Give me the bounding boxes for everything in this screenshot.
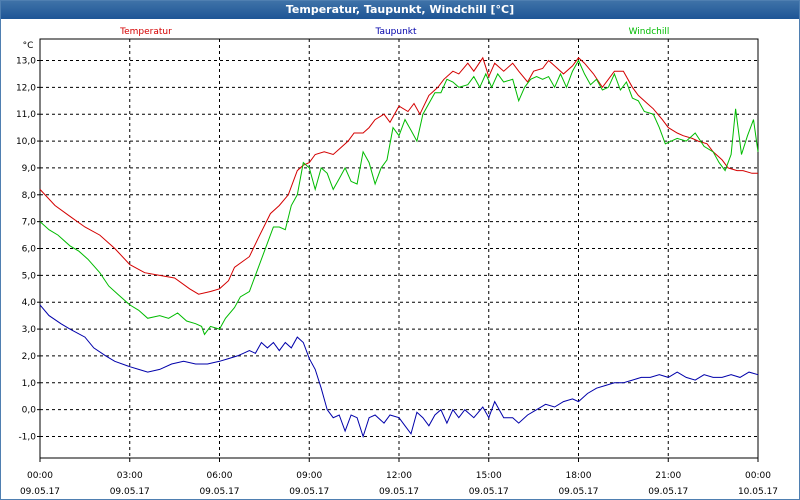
y-tick-label: 3,0: [22, 325, 37, 335]
y-tick-label: 6,0: [22, 245, 37, 255]
y-tick-label: 5,0: [22, 271, 37, 281]
y-tick-label: 4,0: [22, 298, 37, 308]
y-axis-unit: °C: [23, 41, 34, 51]
x-tick-label-date: 10.05.17: [738, 487, 778, 497]
x-tick-label-date: 09.05.17: [558, 487, 598, 497]
x-tick-label-time: 21:00: [655, 471, 681, 481]
legend-taupunkt: Taupunkt: [374, 27, 417, 37]
y-tick-label: 0,0: [22, 406, 37, 416]
x-tick-label-date: 09.05.17: [289, 487, 329, 497]
y-tick-label: 9,0: [22, 164, 37, 174]
chart-window: Temperatur, Taupunkt, Windchill [°C] -1,…: [0, 0, 800, 500]
x-tick-label-time: 12:00: [386, 471, 412, 481]
x-tick-label-time: 18:00: [566, 471, 592, 481]
legend-windchill: Windchill: [629, 27, 670, 37]
x-tick-label-time: 09:00: [296, 471, 322, 481]
x-tick-label-time: 15:00: [476, 471, 502, 481]
x-tick-label-time: 00:00: [745, 471, 771, 481]
x-tick-label-time: 03:00: [117, 471, 143, 481]
y-tick-label: 13,0: [16, 56, 36, 66]
x-tick-label-date: 09.05.17: [199, 487, 239, 497]
x-tick-label-date: 09.05.17: [648, 487, 688, 497]
x-tick-label-time: 06:00: [207, 471, 233, 481]
y-tick-label: -1,0: [18, 433, 36, 443]
y-tick-label: 11,0: [16, 110, 36, 120]
y-tick-label: 10,0: [16, 137, 36, 147]
x-tick-label-time: 00:00: [27, 471, 53, 481]
x-tick-label-date: 09.05.17: [110, 487, 150, 497]
y-tick-label: 1,0: [22, 379, 37, 389]
y-tick-label: 8,0: [22, 191, 37, 201]
y-tick-label: 7,0: [22, 218, 37, 228]
y-tick-label: 2,0: [22, 352, 37, 362]
x-tick-label-date: 09.05.17: [469, 487, 509, 497]
line-chart: -1,0 0,0 1,0 2,0 3,0 4,0 5,0 6,0 7,0 8,0 9,0 10,0 11…: [16, 27, 778, 497]
y-tick-label: 12,0: [16, 83, 36, 93]
x-tick-label-date: 09.05.17: [20, 487, 60, 497]
x-tick-label-date: 09.05.17: [379, 487, 419, 497]
legend-temperatur: Temperatur: [119, 27, 172, 37]
